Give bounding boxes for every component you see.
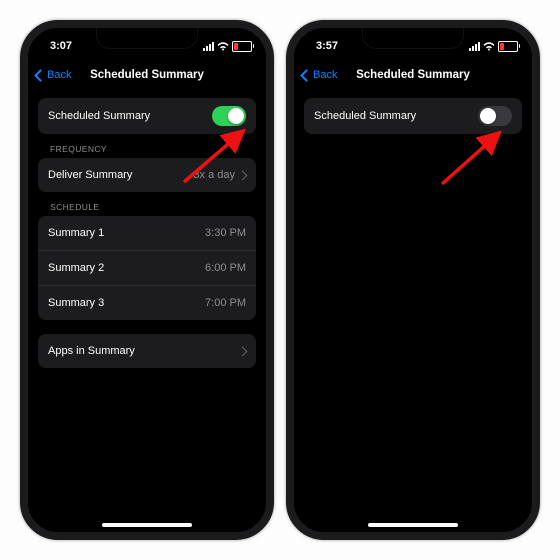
summary-1-value: 3:30 PM [205, 227, 246, 239]
group-apps: Apps in Summary [38, 334, 256, 368]
back-button[interactable]: Back [302, 69, 337, 81]
back-label: Back [47, 69, 71, 81]
schedule-header: SCHEDULE [38, 192, 256, 216]
apps-in-summary-detail [239, 348, 246, 355]
screen: 3:57 Back Scheduled Summary Scheduled Su… [294, 28, 532, 532]
nav-bar: Back Scheduled Summary [294, 60, 532, 90]
wifi-icon [483, 42, 495, 51]
battery-icon [498, 41, 518, 52]
status-icons [203, 41, 252, 52]
group-main-toggle: Scheduled Summary [38, 98, 256, 134]
cellular-signal-icon [203, 42, 214, 51]
back-label: Back [313, 69, 337, 81]
back-button[interactable]: Back [36, 69, 71, 81]
group-frequency: Deliver Summary 3x a day [38, 158, 256, 192]
summary-2-label: Summary 2 [48, 262, 104, 274]
frequency-header: FREQUENCY [38, 134, 256, 158]
status-icons [469, 41, 518, 52]
summary-1-label: Summary 1 [48, 227, 104, 239]
deliver-summary-label: Deliver Summary [48, 169, 132, 181]
scheduled-summary-label: Scheduled Summary [314, 110, 416, 122]
status-time: 3:07 [50, 40, 72, 52]
home-indicator[interactable] [102, 523, 192, 527]
chevron-right-icon [238, 170, 248, 180]
status-time: 3:57 [316, 40, 338, 52]
phone-left: 3:07 Back Scheduled Summary Scheduled Su… [20, 20, 274, 540]
chevron-right-icon [238, 346, 248, 356]
scheduled-summary-row[interactable]: Scheduled Summary [304, 98, 522, 134]
summary-2-value: 6:00 PM [205, 262, 246, 274]
group-schedule: Summary 1 3:30 PM Summary 2 6:00 PM Summ… [38, 216, 256, 320]
summary-2-row[interactable]: Summary 2 6:00 PM [38, 250, 256, 285]
battery-icon [232, 41, 252, 52]
group-main-toggle: Scheduled Summary [304, 98, 522, 134]
deliver-summary-value: 3x a day [193, 169, 246, 181]
page-title: Scheduled Summary [90, 69, 204, 81]
summary-3-row[interactable]: Summary 3 7:00 PM [38, 285, 256, 320]
notch [96, 28, 198, 49]
summary-3-value: 7:00 PM [205, 297, 246, 309]
content: Scheduled Summary [294, 90, 532, 134]
deliver-summary-row[interactable]: Deliver Summary 3x a day [38, 158, 256, 192]
back-chevron-icon [300, 69, 313, 82]
screen: 3:07 Back Scheduled Summary Scheduled Su… [28, 28, 266, 532]
scheduled-summary-toggle[interactable] [478, 106, 512, 126]
wifi-icon [217, 42, 229, 51]
summary-1-row[interactable]: Summary 1 3:30 PM [38, 216, 256, 250]
apps-in-summary-label: Apps in Summary [48, 345, 135, 357]
home-indicator[interactable] [368, 523, 458, 527]
phone-right: 3:57 Back Scheduled Summary Scheduled Su… [286, 20, 540, 540]
toggle-knob [480, 108, 496, 124]
notch [362, 28, 464, 49]
page-title: Scheduled Summary [356, 69, 470, 81]
scheduled-summary-row[interactable]: Scheduled Summary [38, 98, 256, 134]
toggle-knob [228, 108, 244, 124]
summary-3-label: Summary 3 [48, 297, 104, 309]
cellular-signal-icon [469, 42, 480, 51]
nav-bar: Back Scheduled Summary [28, 60, 266, 90]
apps-in-summary-row[interactable]: Apps in Summary [38, 334, 256, 368]
back-chevron-icon [34, 69, 47, 82]
scheduled-summary-toggle[interactable] [212, 106, 246, 126]
content: Scheduled Summary FREQUENCY Deliver Summ… [28, 90, 266, 368]
scheduled-summary-label: Scheduled Summary [48, 110, 150, 122]
